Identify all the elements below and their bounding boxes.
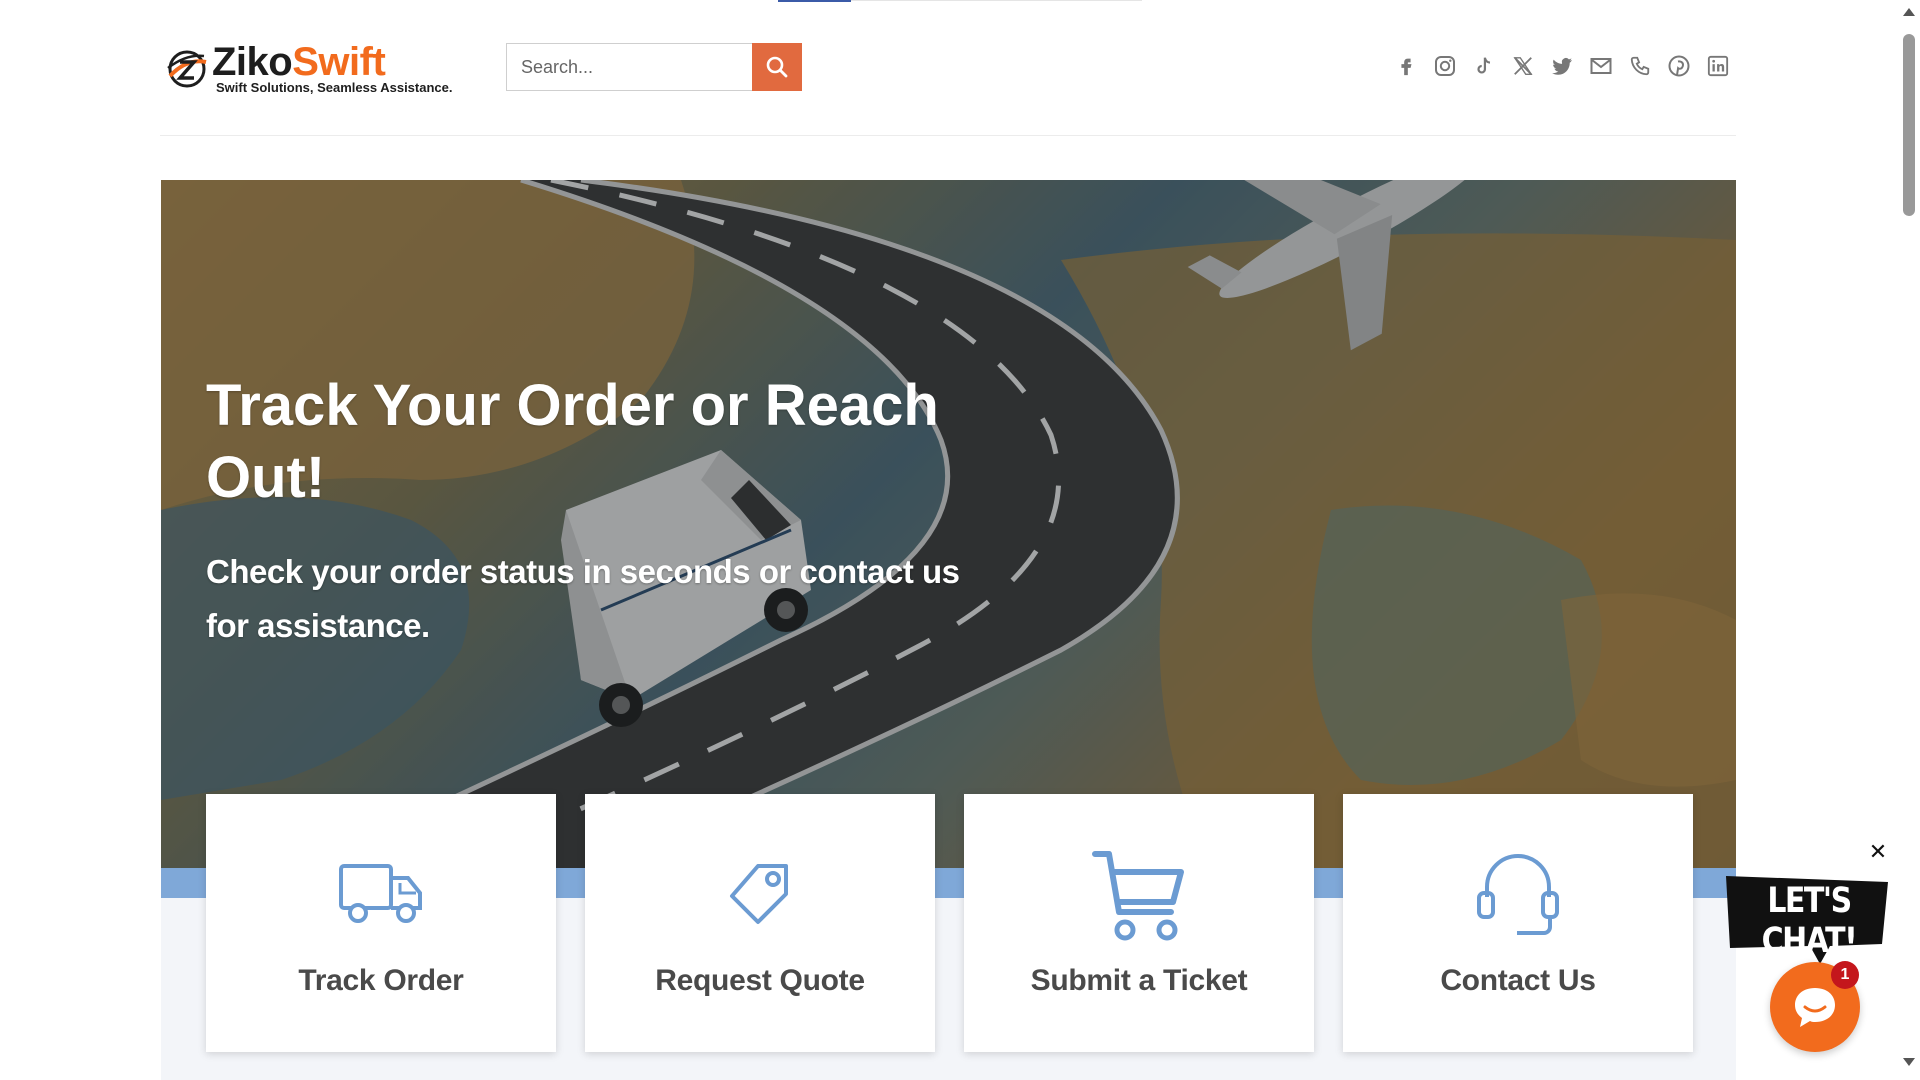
card-label: Track Order <box>298 964 464 997</box>
search-icon <box>766 56 788 78</box>
instagram-icon[interactable] <box>1429 50 1461 82</box>
logo-tagline: Swift Solutions, Seamless Assistance. <box>216 80 453 95</box>
hero-banner: Track Your Order or Reach Out! Check you… <box>161 180 1736 868</box>
card-label: Submit a Ticket <box>1030 964 1248 997</box>
email-icon[interactable] <box>1585 50 1617 82</box>
linkedin-icon[interactable] <box>1702 50 1734 82</box>
chat-close-icon[interactable]: ✕ <box>1866 840 1890 864</box>
search-form <box>506 43 802 91</box>
site-header: ZikoSwift Swift Solutions, Seamless Assi… <box>160 0 1736 136</box>
track-order-card[interactable]: Track Order <box>206 794 556 1052</box>
chat-icon <box>1795 988 1835 1027</box>
search-button[interactable] <box>752 43 802 91</box>
submit-ticket-card[interactable]: Submit a Ticket <box>964 794 1314 1052</box>
tiktok-icon[interactable] <box>1468 50 1500 82</box>
logo-swirl-icon <box>167 50 207 88</box>
page-scrollbar[interactable] <box>1898 0 1920 1080</box>
hero-subtitle: Check your order status in seconds or co… <box>206 553 960 644</box>
headset-icon <box>1343 844 1693 944</box>
logo-wordmark: ZikoSwift <box>212 40 386 84</box>
search-input[interactable] <box>506 43 752 91</box>
card-label: Contact Us <box>1440 964 1596 997</box>
scroll-down-arrow-icon[interactable] <box>1903 1058 1915 1066</box>
chat-bubble[interactable]: LET'S CHAT! <box>1720 872 1892 964</box>
hero-overlay <box>161 180 1736 868</box>
cart-icon <box>964 844 1314 944</box>
truck-icon <box>206 844 556 944</box>
contact-us-card[interactable]: Contact Us <box>1343 794 1693 1052</box>
notification-badge: 1 <box>1831 961 1859 989</box>
x-icon[interactable] <box>1507 50 1539 82</box>
twitter-icon[interactable] <box>1546 50 1578 82</box>
scroll-up-arrow-icon[interactable] <box>1903 8 1915 16</box>
hero-title: Track Your Order or Reach Out! <box>206 373 939 510</box>
pinterest-icon[interactable] <box>1663 50 1695 82</box>
facebook-icon[interactable] <box>1390 50 1422 82</box>
social-links <box>1390 50 1734 82</box>
phone-icon[interactable] <box>1624 50 1656 82</box>
request-quote-card[interactable]: Request Quote <box>585 794 935 1052</box>
chat-bubble-text: LET'S CHAT! <box>1761 880 1858 962</box>
tag-icon <box>585 844 935 944</box>
card-label: Request Quote <box>655 964 865 997</box>
site-logo[interactable]: ZikoSwift Swift Solutions, Seamless Assi… <box>164 40 464 100</box>
scrollbar-thumb[interactable] <box>1903 34 1915 216</box>
